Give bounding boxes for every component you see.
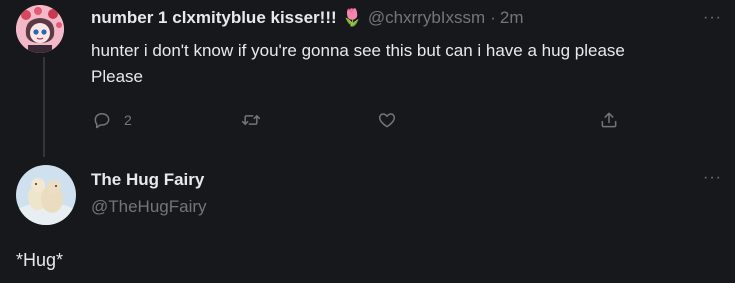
main-display-name[interactable]: The Hug Fairy	[91, 170, 204, 190]
main-more-options-icon[interactable]: ···	[703, 169, 722, 187]
retweet-icon	[241, 115, 261, 125]
retweet-button[interactable]	[241, 110, 261, 130]
avatar-thehugfairy[interactable]	[16, 165, 76, 225]
timestamp[interactable]: 2m	[500, 8, 524, 28]
more-options-icon[interactable]: ···	[703, 9, 722, 27]
main-tweet-text: *Hug*	[16, 250, 64, 270]
tweet-text: hunter i don't know if you're gonna see …	[91, 38, 731, 90]
avatar-image	[16, 165, 76, 225]
like-button[interactable]	[377, 110, 397, 130]
thread-line	[43, 57, 45, 157]
reply-button[interactable]: 2	[92, 110, 132, 130]
tulip-emoji: 🌷	[341, 8, 363, 27]
reply-count: 2	[124, 112, 132, 128]
like-icon	[378, 113, 396, 128]
share-button[interactable]	[599, 110, 619, 130]
user-handle[interactable]: @chxrrybIxssm	[368, 8, 485, 28]
reply-tweet-header: number 1 clxmityblue kisser!!! 🌷 @chxrry…	[91, 7, 523, 29]
reply-icon	[94, 113, 110, 129]
display-name[interactable]: number 1 clxmityblue kisser!!!	[91, 8, 337, 28]
share-icon	[601, 112, 617, 128]
avatar-image	[16, 5, 64, 53]
time-separator: ·	[490, 8, 496, 27]
tweet-text-line-2: Please	[91, 67, 143, 86]
main-user-handle[interactable]: @TheHugFairy	[91, 197, 207, 217]
avatar-chxrrybixssm[interactable]	[16, 5, 64, 53]
tweet-text-line-1: hunter i don't know if you're gonna see …	[91, 41, 625, 60]
